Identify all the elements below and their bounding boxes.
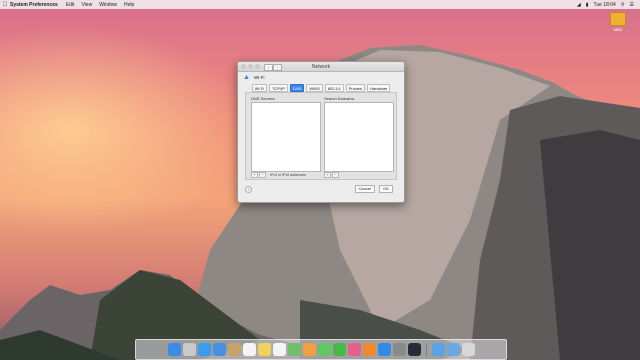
dock-contacts-icon[interactable] [227,343,241,356]
help-button[interactable]: ? [245,186,252,193]
search-domains-controls: + − [324,172,339,178]
dock-messages-icon[interactable] [317,343,331,356]
dock-reminders-icon[interactable] [272,343,286,356]
window-footer: ? Cancel OK [245,184,397,194]
menu-bar:  System Preferences Edit View Window He… [0,0,640,9]
battery-icon[interactable]: ▮ [586,2,589,8]
dock-launchpad-icon[interactable] [182,343,196,356]
dock-calendar-icon[interactable] [242,343,256,356]
dns-servers-list[interactable] [251,102,321,172]
add-search-domain-button[interactable]: + [324,172,331,178]
tab-wins[interactable]: WINS [306,84,323,92]
window-title: Network [311,63,331,70]
window-titlebar[interactable]: ‹ ⋮ Network [238,62,404,72]
tab-bar: Wi-Fi TCP/IP DNS WINS 802.1X Proxies Har… [243,84,399,92]
remove-dns-server-button[interactable]: − [259,172,266,178]
tab-8021x[interactable]: 802.1X [324,84,344,92]
menu-clock[interactable]: Tue 18:04 [594,2,616,8]
ok-button[interactable]: OK [379,185,393,193]
notification-center-icon[interactable]: ☰ [630,2,634,8]
dock-trash-icon[interactable] [461,343,475,356]
dock-itunes-icon[interactable] [347,343,361,356]
desktop-icon-label: MBS [613,27,623,32]
dns-servers-label: DNS Servers: [251,96,276,101]
menu-help[interactable]: Help [124,2,134,8]
cancel-button[interactable]: Cancel [354,185,375,193]
dock-mail-icon[interactable] [212,343,226,356]
tab-hardware[interactable]: Hardware [366,84,391,92]
network-window: ‹ ⋮ Network ▲ Wi-Fi Wi-Fi TCP/IP DNS WIN… [237,61,405,203]
dock-ibooks-icon[interactable] [362,343,376,356]
dock-maps-icon[interactable] [287,343,301,356]
menu-edit[interactable]: Edit [66,2,75,8]
dock-separator [425,343,427,356]
dns-servers-controls: + − IPv4 or IPv6 addresses [251,172,306,178]
remove-search-domain-button[interactable]: − [332,172,339,178]
desktop-drive-icon[interactable]: MBS [610,12,626,32]
dock-quicktime-icon[interactable] [407,343,421,356]
dock-facetime-icon[interactable] [332,343,346,356]
dock-downloads-icon[interactable] [431,343,445,356]
dock-notes-icon[interactable] [257,343,271,356]
tab-dns[interactable]: DNS [289,84,305,92]
add-dns-server-button[interactable]: + [251,172,258,178]
interface-header: ▲ Wi-Fi [243,74,265,81]
drive-icon [610,12,626,26]
spotlight-icon[interactable]: ⚲ [621,2,625,8]
ipv-hint: IPv4 or IPv6 addresses [270,173,307,177]
menu-app-name[interactable]: System Preferences [10,2,58,8]
search-domains-label: Search Domains: [324,96,355,101]
dock-documents-icon[interactable] [446,343,460,356]
apple-menu-icon[interactable]:  [0,2,10,8]
dock-app-store-icon[interactable] [377,343,391,356]
dock [135,339,507,360]
tab-proxies[interactable]: Proxies [345,84,365,92]
dock-safari-icon[interactable] [197,343,211,356]
menu-window[interactable]: Window [99,2,117,8]
tab-wifi[interactable]: Wi-Fi [251,84,268,92]
wifi-status-icon[interactable]: ◢ [577,2,581,8]
dock-finder-icon[interactable] [167,343,181,356]
interface-name: Wi-Fi [254,75,265,80]
dock-photos-icon[interactable] [302,343,316,356]
tab-tcpip[interactable]: TCP/IP [269,84,288,92]
wifi-icon: ▲ [243,74,250,81]
dock-system-preferences-icon[interactable] [392,343,406,356]
menu-view[interactable]: View [81,2,92,8]
dns-panel: DNS Servers: Search Domains: + − IPv4 or… [245,92,397,180]
search-domains-list[interactable] [324,102,394,172]
